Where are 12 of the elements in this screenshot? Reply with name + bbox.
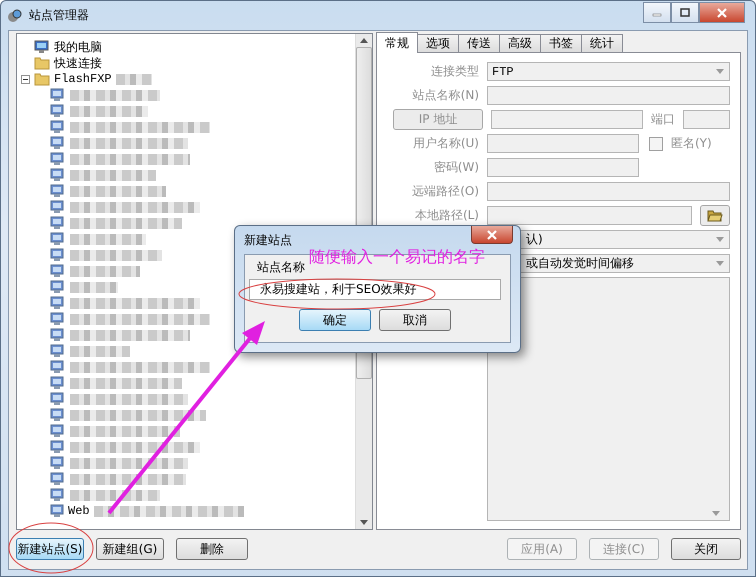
dialog-title: 新建站点 [244, 232, 292, 248]
port-label: 端口 [651, 111, 675, 128]
field-label: 密码(W) [432, 159, 479, 176]
field-label: 站点名称(N) [412, 87, 479, 104]
field-label: 站点名称 [256, 259, 306, 276]
window-title: 站点管理器 [29, 7, 90, 24]
annotation-text: 随便输入一个易记的名字 [309, 247, 485, 268]
field-label: 用户名称(U) [412, 135, 479, 152]
field-label: 连接类型 [430, 63, 479, 80]
field-label: 远端路径(O) [411, 183, 479, 200]
checkbox-label: 匿名(Y) [671, 135, 712, 152]
field-label: 本地路径(L) [414, 207, 479, 224]
